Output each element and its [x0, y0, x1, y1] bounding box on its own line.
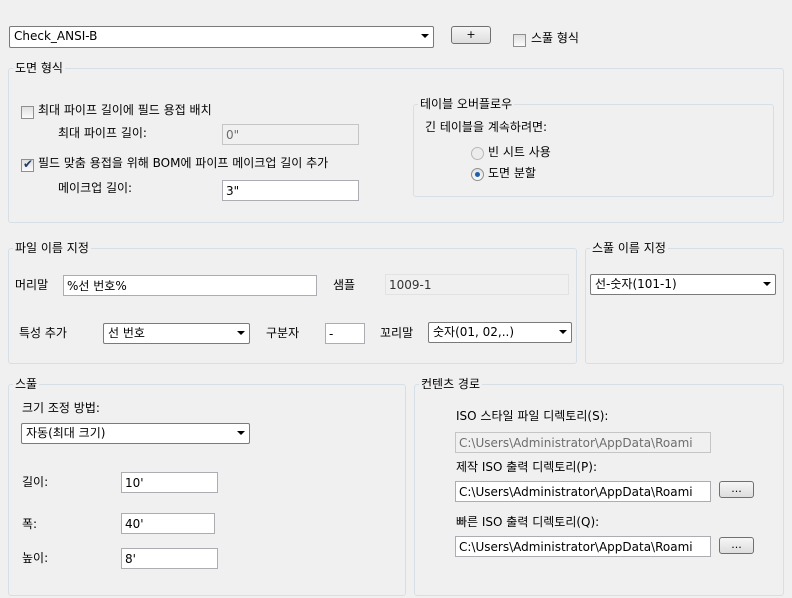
property-label: 특성 추가 [19, 326, 67, 340]
max-pipe-length-label: 최대 파이프 길이: [58, 126, 147, 140]
file-naming-group [8, 248, 577, 364]
quick-iso-label: 빠른 ISO 출력 디렉토리(Q): [456, 515, 600, 529]
spool-format-label: 스풀 형식 [531, 31, 579, 45]
table-overflow-prompt: 긴 테이블을 계속하려면: [425, 120, 548, 134]
chevron-down-icon [237, 431, 245, 435]
spool-naming-value: 선-숫자(101-1) [595, 277, 677, 291]
separator-field[interactable]: - [325, 323, 365, 344]
sample-value: 1009-1 [389, 278, 432, 292]
sample-field: 1009-1 [385, 274, 569, 295]
width-value: 40' [125, 517, 144, 531]
sizing-method-combo[interactable]: 자동(최대 크기) [21, 423, 250, 444]
spool-title: 스풀 [13, 377, 40, 391]
sizing-method-label: 크기 조정 방법: [22, 401, 100, 415]
makeup-length-field[interactable]: 3" [222, 180, 359, 201]
spool-naming-combo[interactable]: 선-숫자(101-1) [590, 274, 776, 295]
suffix-combo[interactable]: 숫자(01, 02,..) [428, 322, 572, 343]
chevron-down-icon [763, 282, 771, 286]
field-weld-checkbox[interactable] [21, 106, 34, 119]
field-weld-label: 최대 파이프 길이에 필드 용접 배치 [38, 103, 212, 117]
table-overflow-title: 테이블 오버플로우 [418, 97, 515, 111]
spool-style-combo[interactable]: Check_ANSI-B [9, 26, 434, 48]
width-field[interactable]: 40' [121, 513, 215, 534]
quick-iso-value: C:\Users\Administrator\AppData\Roami [459, 540, 693, 554]
split-drawing-radio[interactable] [471, 168, 484, 181]
max-pipe-length-value: 0" [226, 128, 240, 142]
browse-label: ... [731, 538, 742, 551]
file-naming-title: 파일 이름 지정 [13, 241, 91, 255]
table-overflow-group [413, 104, 774, 197]
chevron-down-icon [421, 34, 429, 38]
production-iso-field[interactable]: C:\Users\Administrator\AppData\Roami [455, 481, 711, 502]
spool-format-checkbox[interactable] [513, 34, 526, 47]
iso-style-field: C:\Users\Administrator\AppData\Roami [455, 432, 711, 453]
quick-iso-field[interactable]: C:\Users\Administrator\AppData\Roami [455, 536, 711, 557]
suffix-label: 꼬리말 [380, 326, 414, 340]
property-value: 선 번호 [108, 326, 145, 340]
add-button-label: + [466, 28, 476, 41]
makeup-length-checkbox[interactable]: ✔ [21, 157, 34, 172]
quick-browse-button[interactable]: ... [719, 537, 754, 554]
production-iso-label: 제작 ISO 출력 디렉토리(P): [456, 460, 598, 474]
separator-label: 구분자 [266, 326, 300, 340]
prefix-field[interactable]: %선 번호% [63, 275, 317, 296]
prefix-value: %선 번호% [67, 279, 127, 293]
add-button[interactable]: + [451, 26, 491, 44]
split-drawing-label: 도면 분할 [488, 166, 536, 180]
width-label: 폭: [22, 517, 38, 531]
spool-style-value: Check_ANSI-B [14, 29, 98, 43]
browse-label: ... [731, 482, 742, 495]
iso-style-label: ISO 스타일 파일 디렉토리(S): [456, 409, 609, 423]
blank-sheet-label: 빈 시트 사용 [488, 145, 551, 159]
prefix-label: 머리말 [15, 278, 49, 292]
makeup-length-value: 3" [226, 184, 240, 198]
production-iso-value: C:\Users\Administrator\AppData\Roami [459, 485, 693, 499]
length-label: 길이: [22, 475, 49, 489]
production-browse-button[interactable]: ... [719, 481, 754, 498]
content-path-title: 컨텐츠 경로 [419, 377, 483, 391]
spool-naming-title: 스풀 이름 지정 [590, 241, 668, 255]
length-value: 10' [125, 476, 144, 490]
spool-naming-group [585, 248, 784, 364]
height-value: 8' [125, 552, 136, 566]
max-pipe-length-field: 0" [222, 124, 359, 145]
makeup-length-label: 메이크업 길이: [58, 181, 133, 195]
separator-value: - [329, 327, 334, 341]
blank-sheet-radio[interactable] [471, 147, 484, 160]
drawing-format-title: 도면 형식 [13, 61, 65, 75]
makeup-check-label: 필드 맞춤 용접을 위해 BOM에 파이프 메이크업 길이 추가 [38, 156, 329, 170]
property-combo[interactable]: 선 번호 [103, 323, 250, 344]
suffix-value: 숫자(01, 02,..) [433, 325, 515, 339]
iso-style-value: C:\Users\Administrator\AppData\Roami [459, 436, 693, 450]
chevron-down-icon [237, 331, 245, 335]
sizing-method-value: 자동(최대 크기) [26, 426, 106, 440]
checkmark-icon: ✔ [23, 157, 34, 171]
height-field[interactable]: 8' [121, 548, 218, 569]
chevron-down-icon [559, 330, 567, 334]
sample-label: 샘플 [333, 278, 356, 292]
radio-selected-dot [475, 172, 480, 177]
length-field[interactable]: 10' [121, 472, 218, 493]
height-label: 높이: [22, 551, 49, 565]
